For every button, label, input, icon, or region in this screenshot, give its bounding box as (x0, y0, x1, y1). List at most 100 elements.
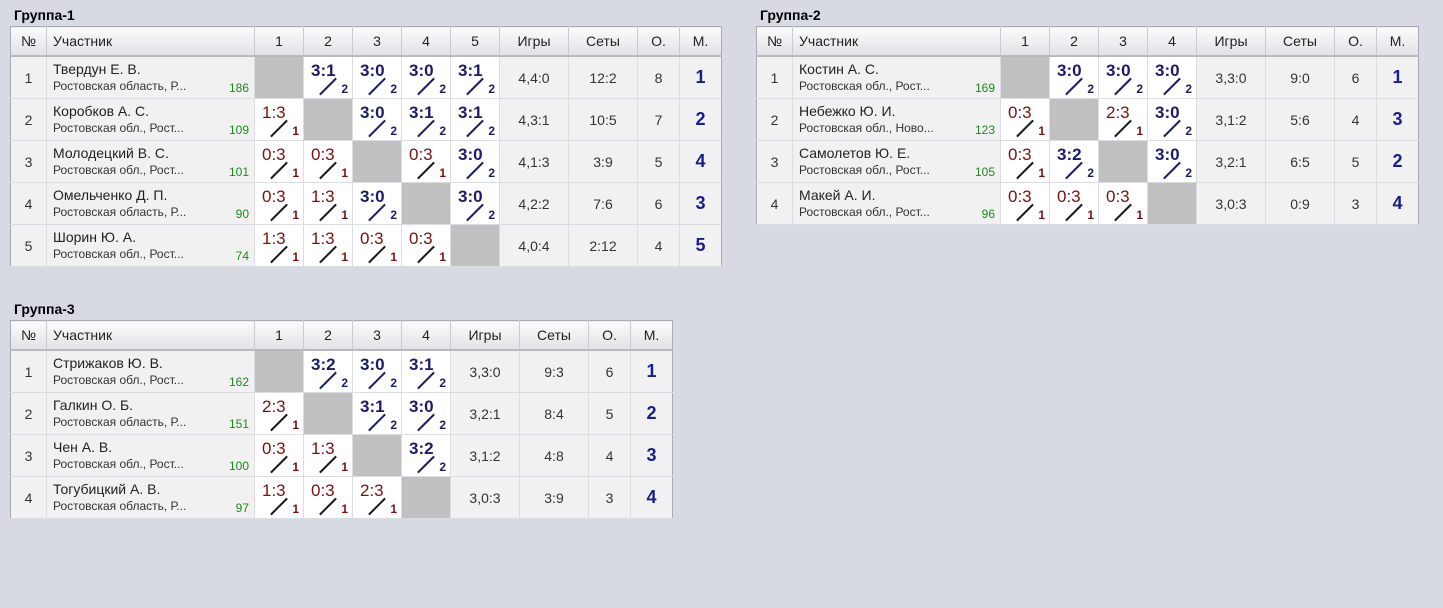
column-header-sets[interactable]: Сеты (568, 26, 638, 57)
participant-name[interactable]: Шорин Ю. А. (53, 229, 250, 246)
match-result-cell[interactable]: 1:3 1 (254, 224, 304, 267)
column-header-sets[interactable]: Сеты (519, 320, 589, 351)
match-result-cell[interactable]: 3:1 2 (303, 56, 353, 99)
column-header-opponent-1[interactable]: 1 (1000, 26, 1050, 57)
match-result-cell[interactable]: 3:0 2 (1049, 56, 1099, 99)
match-result-cell[interactable]: 1:3 1 (254, 98, 304, 141)
table-row[interactable]: 5 Шорин Ю. А. Ростовская обл., Рост... 74 1:… (10, 224, 722, 267)
participant-cell[interactable]: Тогубицкий А. В. Ростовская область, Р...… (46, 476, 255, 519)
table-row[interactable]: 2 Галкин О. Б. Ростовская область, Р... 151… (10, 392, 673, 435)
participant-name[interactable]: Чен А. В. (53, 439, 250, 456)
column-header-games[interactable]: Игры (499, 26, 569, 57)
column-header-opponent-3[interactable]: 3 (352, 26, 402, 57)
match-result-cell[interactable]: 3:0 2 (401, 56, 451, 99)
participant-name[interactable]: Макей А. И. (799, 187, 996, 204)
column-header-opponent-4[interactable]: 4 (1147, 26, 1197, 57)
participant-name[interactable]: Твердун Е. В. (53, 61, 250, 78)
match-result-cell[interactable]: 0:3 1 (1098, 182, 1148, 225)
table-row[interactable]: 1 Твердун Е. В. Ростовская область, Р... 18… (10, 56, 722, 99)
match-result-cell[interactable]: 1:3 1 (303, 434, 353, 477)
participant-cell[interactable]: Чен А. В. Ростовская обл., Рост... 100 (46, 434, 255, 477)
match-result-cell[interactable]: 3:2 2 (401, 434, 451, 477)
match-result-cell[interactable]: 3:0 2 (450, 140, 500, 183)
table-row[interactable]: 4 Макей А. И. Ростовская обл., Рост... 96 0:… (756, 182, 1419, 225)
match-result-cell[interactable]: 2:3 1 (352, 476, 402, 519)
match-result-cell[interactable]: 3:2 2 (1049, 140, 1099, 183)
match-result-cell[interactable]: 3:1 2 (401, 350, 451, 393)
column-header-place[interactable]: М. (630, 320, 673, 351)
participant-name[interactable]: Костин А. С. (799, 61, 996, 78)
match-result-cell[interactable]: 0:3 1 (303, 476, 353, 519)
column-header-opponent-1[interactable]: 1 (254, 26, 304, 57)
column-header-points[interactable]: О. (588, 320, 631, 351)
match-result-cell[interactable]: 0:3 1 (1000, 98, 1050, 141)
column-header-place[interactable]: М. (679, 26, 722, 57)
match-result-cell[interactable]: 1:3 1 (303, 224, 353, 267)
column-header-games[interactable]: Игры (450, 320, 520, 351)
match-result-cell[interactable]: 3:0 2 (1147, 56, 1197, 99)
match-result-cell[interactable]: 3:0 2 (352, 56, 402, 99)
table-row[interactable]: 2 Коробков А. С. Ростовская обл., Рост... 1… (10, 98, 722, 141)
column-header-points[interactable]: О. (637, 26, 680, 57)
match-result-cell[interactable]: 0:3 1 (401, 224, 451, 267)
participant-cell[interactable]: Омельченко Д. П. Ростовская область, Р...… (46, 182, 255, 225)
column-header-participant[interactable]: Участник (792, 26, 1001, 57)
match-result-cell[interactable]: 2:3 1 (254, 392, 304, 435)
column-header-games[interactable]: Игры (1196, 26, 1266, 57)
match-result-cell[interactable]: 3:0 2 (352, 98, 402, 141)
match-result-cell[interactable]: 0:3 1 (1000, 140, 1050, 183)
column-header-sets[interactable]: Сеты (1265, 26, 1335, 57)
column-header-opponent-5[interactable]: 5 (450, 26, 500, 57)
column-header-participant[interactable]: Участник (46, 320, 255, 351)
participant-cell[interactable]: Галкин О. Б. Ростовская область, Р... 151 (46, 392, 255, 435)
table-row[interactable]: 3 Самолетов Ю. Е. Ростовская обл., Рост...… (756, 140, 1419, 183)
participant-name[interactable]: Тогубицкий А. В. (53, 481, 250, 498)
column-header-opponent-3[interactable]: 3 (1098, 26, 1148, 57)
participant-cell[interactable]: Коробков А. С. Ростовская обл., Рост... 10… (46, 98, 255, 141)
table-row[interactable]: 1 Стрижаков Ю. В. Ростовская обл., Рост...… (10, 350, 673, 393)
column-header-opponent-4[interactable]: 4 (401, 26, 451, 57)
match-result-cell[interactable]: 0:3 1 (303, 140, 353, 183)
match-result-cell[interactable]: 0:3 1 (254, 140, 304, 183)
match-result-cell[interactable]: 0:3 1 (352, 224, 402, 267)
match-result-cell[interactable]: 3:1 2 (401, 98, 451, 141)
column-header-opponent-1[interactable]: 1 (254, 320, 304, 351)
column-header-points[interactable]: О. (1334, 26, 1377, 57)
participant-name[interactable]: Омельченко Д. П. (53, 187, 250, 204)
match-result-cell[interactable]: 3:0 2 (450, 182, 500, 225)
match-result-cell[interactable]: 1:3 1 (303, 182, 353, 225)
column-header-number[interactable]: № (10, 26, 47, 57)
participant-name[interactable]: Стрижаков Ю. В. (53, 355, 250, 372)
table-row[interactable]: 4 Омельченко Д. П. Ростовская область, Р..… (10, 182, 722, 225)
match-result-cell[interactable]: 3:0 2 (1147, 98, 1197, 141)
match-result-cell[interactable]: 3:0 2 (401, 392, 451, 435)
participant-cell[interactable]: Молодецкий В. С. Ростовская обл., Рост...… (46, 140, 255, 183)
match-result-cell[interactable]: 0:3 1 (401, 140, 451, 183)
participant-name[interactable]: Небежко Ю. И. (799, 103, 996, 120)
match-result-cell[interactable]: 0:3 1 (254, 434, 304, 477)
table-row[interactable]: 2 Небежко Ю. И. Ростовская обл., Ново... 12… (756, 98, 1419, 141)
table-row[interactable]: 1 Костин А. С. Ростовская обл., Рост... 169… (756, 56, 1419, 99)
match-result-cell[interactable]: 3:2 2 (303, 350, 353, 393)
participant-cell[interactable]: Небежко Ю. И. Ростовская обл., Ново... 123 (792, 98, 1001, 141)
column-header-opponent-3[interactable]: 3 (352, 320, 402, 351)
participant-name[interactable]: Галкин О. Б. (53, 397, 250, 414)
participant-cell[interactable]: Твердун Е. В. Ростовская область, Р... 186 (46, 56, 255, 99)
table-row[interactable]: 4 Тогубицкий А. В. Ростовская область, Р..… (10, 476, 673, 519)
column-header-opponent-2[interactable]: 2 (1049, 26, 1099, 57)
match-result-cell[interactable]: 0:3 1 (1000, 182, 1050, 225)
participant-cell[interactable]: Самолетов Ю. Е. Ростовская обл., Рост... 1… (792, 140, 1001, 183)
table-row[interactable]: 3 Молодецкий В. С. Ростовская обл., Рост..… (10, 140, 722, 183)
match-result-cell[interactable]: 3:1 2 (450, 98, 500, 141)
column-header-opponent-4[interactable]: 4 (401, 320, 451, 351)
participant-cell[interactable]: Макей А. И. Ростовская обл., Рост... 96 (792, 182, 1001, 225)
participant-cell[interactable]: Шорин Ю. А. Ростовская обл., Рост... 74 (46, 224, 255, 267)
column-header-place[interactable]: М. (1376, 26, 1419, 57)
match-result-cell[interactable]: 1:3 1 (254, 476, 304, 519)
participant-cell[interactable]: Стрижаков Ю. В. Ростовская обл., Рост... 1… (46, 350, 255, 393)
participant-name[interactable]: Коробков А. С. (53, 103, 250, 120)
participant-name[interactable]: Молодецкий В. С. (53, 145, 250, 162)
match-result-cell[interactable]: 3:1 2 (352, 392, 402, 435)
column-header-opponent-2[interactable]: 2 (303, 320, 353, 351)
participant-cell[interactable]: Костин А. С. Ростовская обл., Рост... 169 (792, 56, 1001, 99)
